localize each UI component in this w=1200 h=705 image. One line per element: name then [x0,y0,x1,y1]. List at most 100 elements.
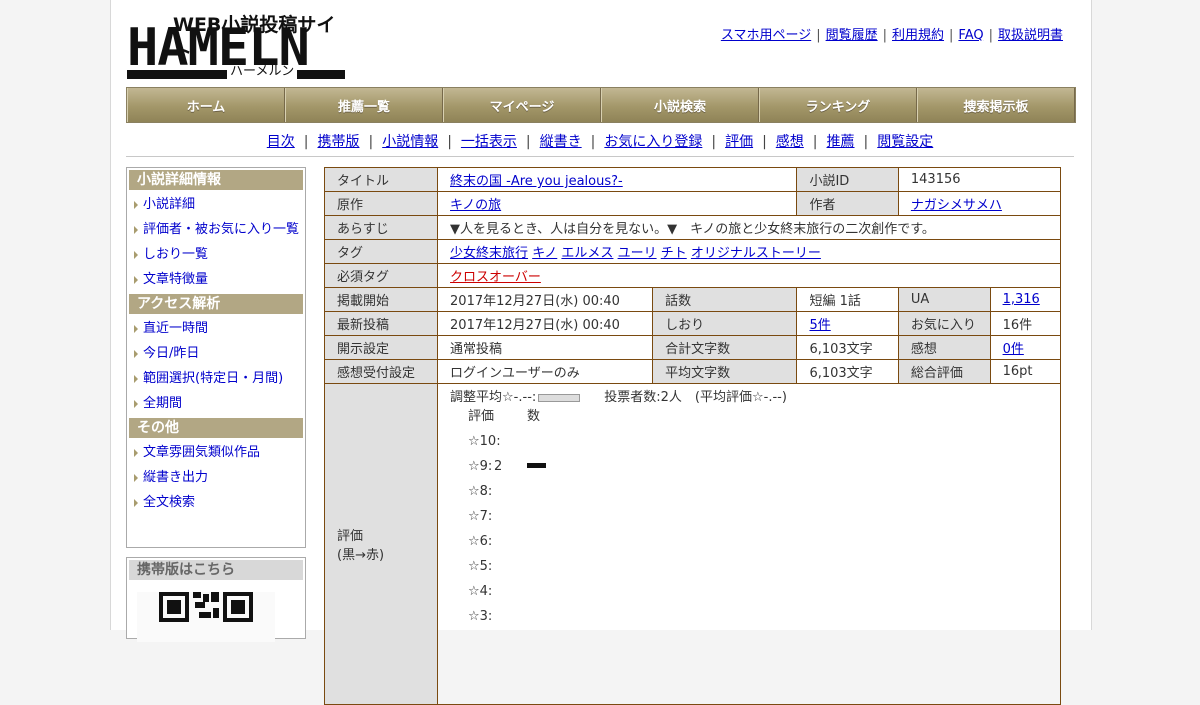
histogram-row-label: ☆7: [468,509,493,524]
tags-label: タグ [323,239,439,264]
nav-ranking[interactable]: ランキング [759,88,917,122]
subnav-toc[interactable]: 目次 [267,134,295,150]
histogram-row-label: ☆9: [468,459,493,474]
histogram-row: ☆5: [468,554,668,579]
novel-info-table: タイトル 終末の国 -Are you jealous?- 小説ID 143156… [323,167,1062,705]
sub-nav: 目次 | 携帯版 | 小説情報 | 一括表示 | 縦書き | お気に入り登録 | 評価 | 感想 | 推薦 | 閲覧… [266,134,934,150]
sidebar-link-all-period[interactable]: 全期間 [143,396,182,411]
histogram-col-count: 数 [527,409,541,424]
novel-title-link[interactable]: 終末の国 -Are you jealous?- [450,174,623,189]
disclosure-label: 開示設定 [323,335,439,360]
tag-link[interactable]: チト [661,246,687,261]
faq-link[interactable]: FAQ [958,28,983,43]
rating-summary-adjusted: 調整平均☆-.--: [450,390,537,405]
nav-mypage[interactable]: マイページ [443,88,601,122]
tag-link[interactable]: キノ [532,246,557,261]
id-label: 小説ID [796,167,899,192]
global-nav: ホーム 推薦一覧 マイページ 小説検索 ランキング 捜索掲示板 [126,87,1076,123]
nav-recommend-list[interactable]: 推薦一覧 [285,88,443,122]
subnav-favorite[interactable]: お気に入り登録 [604,134,702,150]
sidebar-link-last-hour[interactable]: 直近一時間 [143,321,208,336]
tag-link[interactable]: オリジナルストーリー [691,246,821,261]
terms-link[interactable]: 利用規約 [892,28,944,43]
sidebar-link-fulltext[interactable]: 全文検索 [143,495,195,510]
histogram-header: 評価 数 [468,404,668,429]
sidebar-heading-other: その他 [129,418,303,438]
table-row: 感想受付設定 ログインユーザーのみ 平均文字数 6,103文字 総合評価 16p… [323,359,1062,384]
histogram-row-label: ☆8: [468,484,493,499]
latest-date: 2017年12月27日(水) 00:40 [437,311,654,336]
manual-link[interactable]: 取扱説明書 [998,28,1063,43]
sidebar-item: 範囲選択(特定日・月間) [127,366,305,391]
sidebar-link-similar[interactable]: 文章雰囲気類似作品 [143,445,260,460]
subnav-mobile[interactable]: 携帯版 [317,134,359,150]
ua-link[interactable]: 1,316 [1003,292,1040,307]
smartphone-page-link[interactable]: スマホ用ページ [721,28,811,43]
nav-board[interactable]: 捜索掲示板 [917,88,1075,122]
origin-link[interactable]: キノの旅 [450,198,501,213]
table-row: タグ 少女終末旅行 キノ エルメス ユーリ チト オリジナルストーリー [323,239,1061,264]
history-link[interactable]: 閲覧履歴 [826,28,878,43]
ua-label: UA [897,287,991,312]
nav-search[interactable]: 小説検索 [601,88,759,122]
nav-home[interactable]: ホーム [127,88,285,122]
reception-value: ログインユーザーのみ [437,359,654,384]
required-tag-link[interactable]: クロスオーバー [450,270,541,285]
novel-id: 143156 [897,167,1062,192]
histogram-row-label: ☆3: [468,609,493,624]
site-logo[interactable]: WEB小説投稿サイト HAMELN ハーメルン [127,10,347,80]
subnav-all[interactable]: 一括表示 [461,134,517,150]
subnav-settings[interactable]: 閲覧設定 [877,134,933,150]
episodes-label: 話数 [652,287,798,312]
total-score-label: 総合評価 [897,359,991,384]
sidebar-link-today[interactable]: 今日/昨日 [143,346,199,361]
subnav-recommend[interactable]: 推薦 [827,134,855,150]
sidebar-link-range[interactable]: 範囲選択(特定日・月間) [143,371,283,386]
page-container: WEB小説投稿サイト HAMELN ハーメルン スマホ用ページ | 閲覧履歴 | 利用規… [110,0,1092,705]
avg-chars-value: 6,103文字 [796,359,899,384]
histogram-row: ☆6: [468,529,668,554]
tag-link[interactable]: ユーリ [618,246,657,261]
logo-kana: ハーメルン [227,65,298,79]
sidebar-item: 全期間 [127,391,305,416]
table-row: 開示設定 通常投稿 合計文字数 6,103文字 感想 0件 [323,335,1062,360]
impressions-link[interactable]: 0件 [1003,342,1024,357]
subnav-vertical[interactable]: 縦書き [540,134,582,150]
histogram-row: ☆4: [468,579,668,604]
sidebar-link-features[interactable]: 文章特徴量 [143,272,208,287]
table-row: タイトル 終末の国 -Are you jealous?- 小説ID 143156 [323,167,1062,192]
title-label: タイトル [323,167,439,192]
sidebar-item: 評価者・被お気に入り一覧 [127,217,305,242]
summary-text: ▼人を見るとき、人は自分を見ない。▼ キノの旅と少女終末旅行の二次創作です。 [437,215,1061,240]
tag-list: 少女終末旅行 キノ エルメス ユーリ チト オリジナルストーリー [437,239,1061,264]
histogram-row-label: ☆4: [468,584,493,599]
histogram-row: ☆8: [468,479,668,504]
tag-link[interactable]: エルメス [561,246,613,261]
favorites-value: 16件 [989,311,1062,336]
histogram-row: ☆3: [468,604,668,629]
sidebar-item: しおり一覧 [127,242,305,267]
sidebar-link-bookmarks[interactable]: しおり一覧 [143,247,208,262]
sidebar-link-details[interactable]: 小説詳細 [143,197,195,212]
sidebar-link-vertical-output[interactable]: 縦書き出力 [143,470,208,485]
sidebar-item: 全文検索 [127,490,305,515]
tag-link[interactable]: 少女終末旅行 [450,246,528,261]
sidebar-item: 文章特徴量 [127,267,305,292]
total-chars-label: 合計文字数 [652,335,798,360]
author-link[interactable]: ナガシメサメハ [911,198,1002,213]
histogram-row: ☆9: 2 [468,454,668,479]
histogram-col-label: 評価 [468,409,495,424]
table-row: 必須タグ クロスオーバー [323,263,1061,288]
episodes-value: 短編 1話 [796,287,899,312]
sidebar-item: 小説詳細 [127,192,305,217]
sidebar: 小説詳細情報 小説詳細 評価者・被お気に入り一覧 しおり一覧 文章特徴量 アクセ… [126,167,306,548]
subnav-impression[interactable]: 感想 [776,134,804,150]
disclosure-value: 通常投稿 [437,335,654,360]
histogram-row-label: ☆5: [468,559,493,574]
qr-code[interactable] [137,592,275,642]
subnav-info[interactable]: 小説情報 [382,134,438,150]
latest-label: 最新投稿 [323,311,439,336]
subnav-rate[interactable]: 評価 [725,134,753,150]
bookmarks-link[interactable]: 5件 [809,318,830,333]
sidebar-link-raters[interactable]: 評価者・被お気に入り一覧 [143,222,299,237]
